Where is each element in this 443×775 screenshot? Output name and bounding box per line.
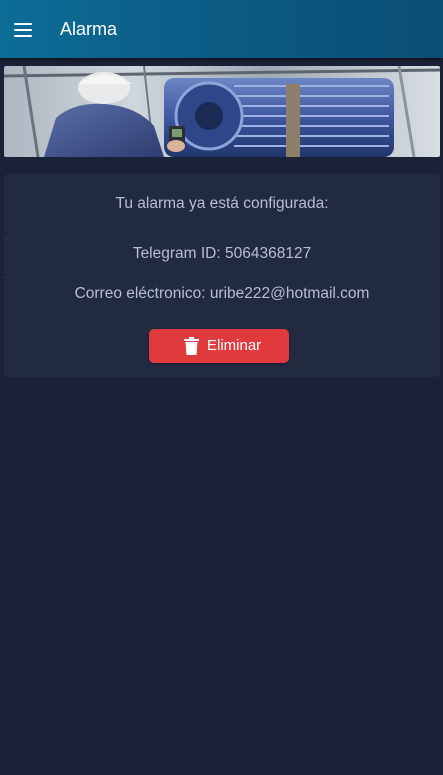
divider xyxy=(4,274,8,275)
alarm-configured-message: Tu alarma ya está configurada: xyxy=(115,195,329,212)
banner-image xyxy=(4,66,440,157)
email-text: Correo eléctronico: uribe222@hotmail.com xyxy=(74,285,370,302)
delete-button-label: Eliminar xyxy=(207,337,262,354)
hamburger-menu-icon[interactable] xyxy=(10,17,36,43)
alarm-config-card: Tu alarma ya está configurada: Telegram … xyxy=(4,174,440,377)
trash-icon xyxy=(184,337,199,355)
delete-alarm-button[interactable]: Eliminar xyxy=(149,329,289,363)
page-title: Alarma xyxy=(60,19,118,39)
top-app-bar: Alarma xyxy=(0,0,443,58)
telegram-id-text: Telegram ID: 5064368127 xyxy=(132,245,312,262)
divider xyxy=(4,233,8,234)
